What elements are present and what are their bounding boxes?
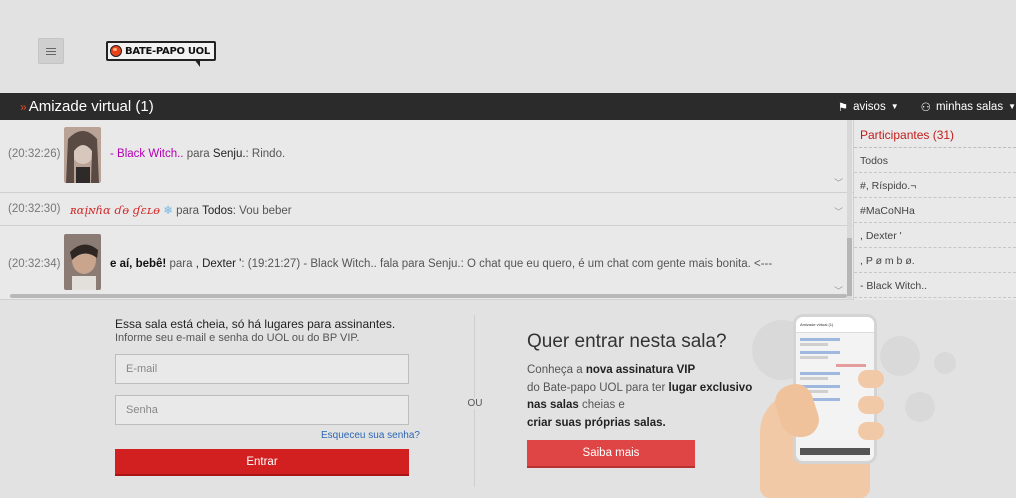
- message-text: : (19:21:27) - Black Witch.. fala para S…: [241, 258, 773, 270]
- hamburger-icon: [46, 50, 56, 52]
- top-bar: BATE-PAPO UOL: [0, 0, 1016, 93]
- minhas-salas-dropdown[interactable]: ⚇ minhas salas ▼: [913, 93, 1016, 120]
- flag-icon: ⚑: [837, 101, 849, 114]
- sender-name[interactable]: e aí, bebê!: [110, 258, 166, 270]
- email-field[interactable]: E-mail: [115, 354, 409, 384]
- avisos-dropdown[interactable]: ⚑ avisos ▼: [824, 93, 913, 120]
- participant-item[interactable]: , P ø m b ø.: [854, 248, 1016, 273]
- password-field[interactable]: Senha: [115, 395, 409, 425]
- chat-messages[interactable]: (20:32:26) - Black Witch.. para Senju.: …: [0, 120, 853, 300]
- enter-button[interactable]: Entrar: [115, 449, 409, 476]
- chat-horizontal-scrollbar[interactable]: [10, 294, 847, 298]
- snowflake-icon: ❄: [163, 205, 173, 217]
- chat-message: (20:32:26) - Black Witch.. para Senju.: …: [0, 120, 853, 193]
- room-bar: » Amizade virtual (1) ⚑ avisos ▼ ⚇ minhas…: [0, 93, 1016, 120]
- forgot-password-link[interactable]: Esqueceu sua senha?: [321, 430, 420, 441]
- participants-panel: Participantes (31) Todos #, Ríspido.¬ #M…: [853, 120, 1016, 300]
- logo-text: BATE-PAPO UOL: [125, 45, 210, 57]
- participant-item[interactable]: #, Ríspido.¬: [854, 173, 1016, 198]
- room-full-subtitle: Informe seu e-mail e senha do UOL ou do …: [115, 332, 360, 344]
- recipient-name[interactable]: Todos: [202, 205, 233, 217]
- sender-name[interactable]: ʀɑįɴɦɑ ɗɵ ɠɛʟɵ: [70, 203, 160, 217]
- caret-down-icon: ▼: [890, 102, 899, 111]
- message-text: : Rindo.: [245, 148, 286, 160]
- vip-description: Conheça a nova assinatura VIP do Bate-pap…: [527, 364, 753, 429]
- avatar[interactable]: [64, 234, 101, 290]
- avisos-label: avisos: [853, 100, 886, 113]
- or-label: OU: [462, 398, 488, 409]
- minhas-salas-label: minhas salas: [935, 100, 1004, 113]
- participants-title: Participantes (31): [854, 120, 1016, 148]
- message-time: (20:32:26): [8, 148, 61, 160]
- vip-title: Quer entrar nesta sala?: [527, 331, 727, 352]
- message-text: : Vou beber: [232, 205, 292, 217]
- avatar[interactable]: [64, 127, 101, 183]
- chat-bubble-decoration: [934, 352, 956, 374]
- caret-down-icon: ▼: [1008, 102, 1016, 111]
- participant-item[interactable]: , Dexter ': [854, 223, 1016, 248]
- room-title: » Amizade virtual (1): [20, 98, 154, 115]
- saiba-mais-button[interactable]: Saiba mais: [527, 440, 695, 468]
- chevron-down-icon[interactable]: ﹀: [834, 176, 843, 189]
- room-title-text: Amizade virtual (1): [28, 98, 154, 115]
- sender-name[interactable]: - Black Witch..: [110, 148, 183, 160]
- room-full-title: Essa sala está cheia, só há lugares para…: [115, 317, 396, 331]
- participant-item[interactable]: Todos: [854, 148, 1016, 173]
- hamburger-menu-button[interactable]: [38, 38, 64, 64]
- chevron-down-icon[interactable]: ﹀: [834, 205, 843, 218]
- chat-scrollbar-thumb[interactable]: [847, 238, 852, 296]
- rooms-icon: ⚇: [920, 101, 931, 114]
- room-arrows-icon: »: [20, 100, 27, 114]
- participant-item[interactable]: #MaCoNHa: [854, 198, 1016, 223]
- full-room-panel: Essa sala está cheia, só há lugares para…: [0, 300, 1016, 498]
- message-time: (20:32:34): [8, 258, 61, 270]
- phone-room-title: Amizade virtual (1): [796, 317, 874, 333]
- chat-message: (20:32:34) e aí, bebê! para , Dexter ': …: [0, 226, 853, 300]
- chat-bubble-decoration: [880, 336, 920, 376]
- chat-bubble-decoration: [905, 392, 935, 422]
- recipient-name[interactable]: Senju.: [213, 148, 246, 160]
- chat-message: (20:32:30) ʀɑįɴɦɑ ɗɵ ɠɛʟɵ ❄ para Todos: …: [0, 193, 853, 226]
- message-time: (20:32:30): [8, 203, 61, 215]
- chat-scrollbar[interactable]: [847, 120, 852, 300]
- bate-papo-uol-logo[interactable]: BATE-PAPO UOL: [106, 41, 216, 67]
- logo-ball-icon: [110, 45, 122, 57]
- participant-item[interactable]: - Black Witch..: [854, 273, 1016, 298]
- recipient-name[interactable]: , Dexter ': [196, 258, 242, 270]
